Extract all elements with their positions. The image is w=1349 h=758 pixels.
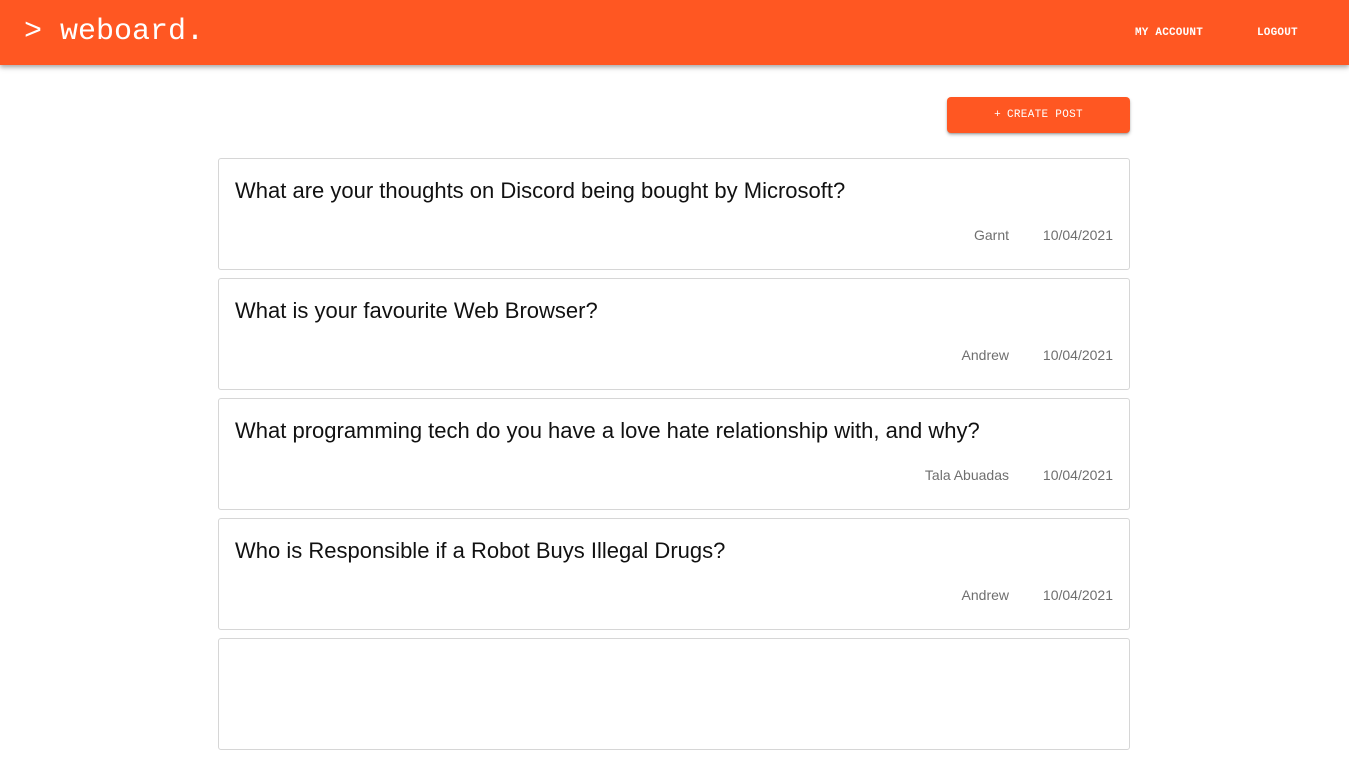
post-card[interactable]: What are your thoughts on Discord being … [218, 158, 1130, 270]
post-card[interactable]: What programming tech do you have a love… [218, 398, 1130, 510]
post-title: What is your favourite Web Browser? [235, 298, 598, 323]
post-author: Garnt [973, 227, 1009, 243]
post-title: What programming tech do you have a love… [235, 418, 980, 443]
post-date: 10/04/2021 [1042, 227, 1113, 243]
post-author: Andrew [961, 587, 1009, 603]
post-author: Andrew [961, 347, 1009, 363]
post-card[interactable]: What is your favourite Web Browser? Andr… [218, 278, 1130, 390]
app-bar: > weboard. MY ACCOUNT LOGOUT [0, 0, 1349, 65]
post-date: 10/04/2021 [1042, 467, 1113, 483]
post-card[interactable] [218, 638, 1130, 750]
post-date: 10/04/2021 [1042, 587, 1113, 603]
post-title: Who is Responsible if a Robot Buys Illeg… [235, 538, 726, 563]
post-date: 10/04/2021 [1042, 347, 1113, 363]
post-author: Tala Abuadas [924, 467, 1009, 483]
create-post-label: CREATE POST [1006, 109, 1083, 121]
plus-icon: + [994, 109, 1001, 121]
create-post-button[interactable]: + CREATE POST [947, 97, 1130, 133]
post-list: What are your thoughts on Discord being … [218, 158, 1130, 758]
post-title: What are your thoughts on Discord being … [235, 178, 846, 203]
logout-button[interactable]: LOGOUT [1257, 22, 1298, 44]
post-card[interactable]: Who is Responsible if a Robot Buys Illeg… [218, 518, 1130, 630]
my-account-button[interactable]: MY ACCOUNT [1135, 22, 1203, 44]
logo[interactable]: > weboard. [24, 13, 204, 51]
